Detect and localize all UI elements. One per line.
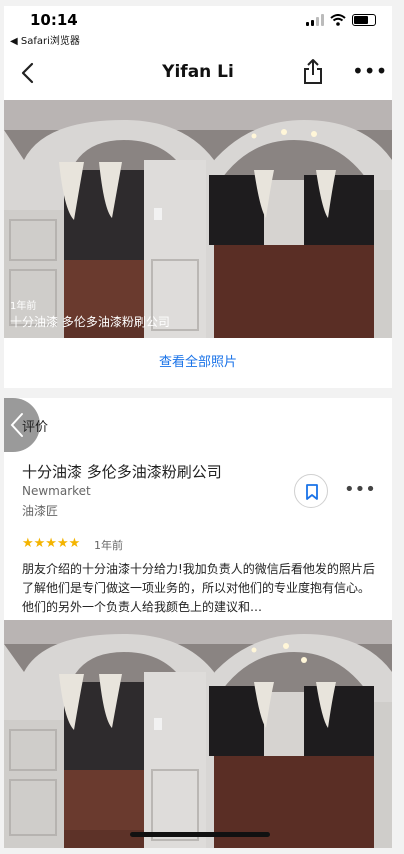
reviews-heading: 评价 [22,420,49,435]
status-time: 10:14 [30,11,78,29]
review-photo[interactable] [4,620,392,848]
top-nav-bar: Yifan Li ••• [4,48,392,98]
review-text[interactable]: 朋友介绍的十分油漆十分给力!我加负责人的微信后看他发的照片后了解他们是专门做这一… [22,560,376,620]
app-frame: 10:14 ◀ Safari浏览器 Yifan Li ••• 1年前 十分油漆 … [4,6,392,848]
back-to-safari-link[interactable]: ◀ Safari浏览器 [10,32,80,47]
share-icon[interactable] [298,56,328,88]
photo-time-ago: 1年前 [10,301,37,312]
system-indicators [306,14,376,26]
bookmark-icon [306,484,318,500]
review-time-ago: 1年前 [94,539,123,552]
see-all-photos-link[interactable]: 查看全部照片 [4,338,392,388]
save-bookmark-button[interactable] [294,474,328,508]
more-options-icon[interactable]: ••• [352,58,387,88]
rating-stars: ★★★★★ [22,536,81,551]
page-title: Yifan Li [162,62,234,82]
section-divider [4,388,392,398]
business-photo[interactable]: 1年前 十分油漆 多伦多油漆粉刷公司 [4,100,392,338]
cellular-signal-icon [306,14,324,26]
interior-arch-image [4,100,392,338]
wifi-icon [330,14,346,26]
photo-business-name: 十分油漆 多伦多油漆粉刷公司 [10,315,170,329]
interior-arch-image-review [4,620,392,848]
battery-icon [352,14,376,26]
review-business-location: Newmarket [22,484,91,498]
review-more-options-icon[interactable]: ••• [344,476,376,506]
status-bar: 10:14 ◀ Safari浏览器 [4,6,392,48]
home-indicator[interactable] [130,832,270,837]
review-business-category: 油漆匠 [22,504,59,518]
review-business-name[interactable]: 十分油漆 多伦多油漆粉刷公司 [22,461,222,482]
